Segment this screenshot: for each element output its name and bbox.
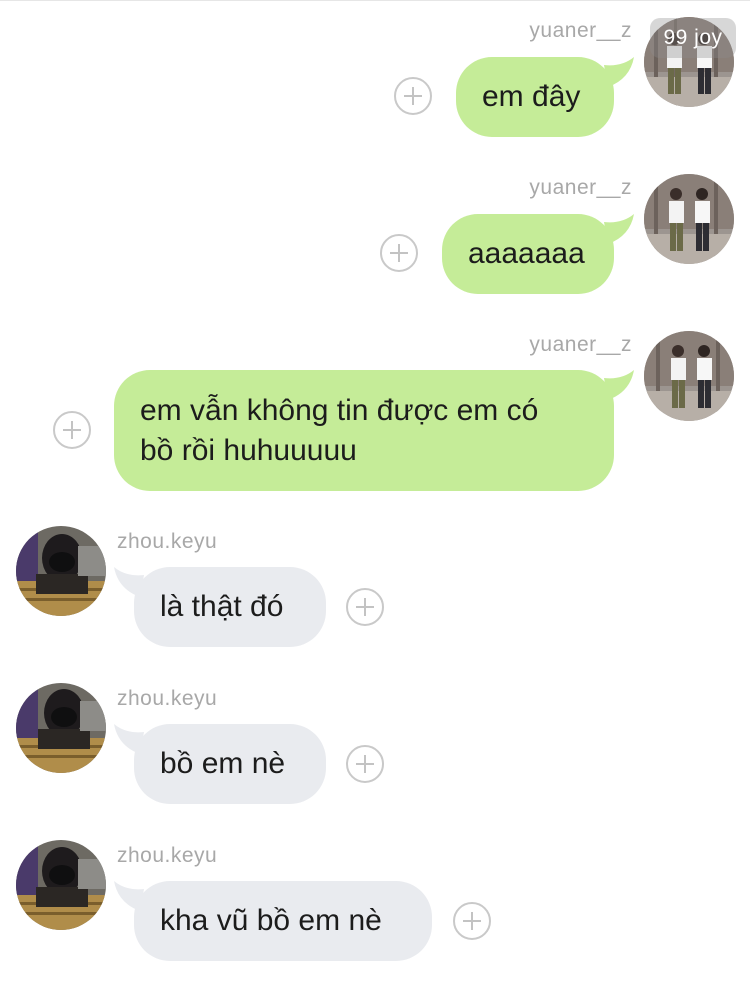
message-bubble[interactable]: là thật đó — [114, 567, 326, 647]
bubble-tail — [604, 214, 634, 244]
message-bubble[interactable]: bồ em nè — [114, 724, 326, 804]
add-reaction-button[interactable] — [346, 588, 384, 626]
watermark-badge: 99 joy — [650, 18, 736, 58]
dancing-boys-avatar[interactable] — [644, 174, 734, 264]
masked-selfie-avatar[interactable] — [16, 840, 106, 930]
message-bubble[interactable]: em đây — [456, 57, 634, 137]
message-text: em vẫn không tin được em có bồ rồi huhuu… — [140, 393, 539, 467]
bubble-tail — [604, 57, 634, 87]
masked-selfie-avatar[interactable] — [16, 526, 106, 616]
message-bubble[interactable]: em vẫn không tin được em có bồ rồi huhuu… — [114, 370, 634, 491]
message-text: là thật đó — [160, 590, 284, 623]
message-text: kha vũ bồ em nè — [160, 904, 382, 937]
add-reaction-button[interactable] — [380, 234, 418, 272]
masked-selfie-avatar[interactable] — [16, 683, 106, 773]
bubble-tail — [114, 724, 144, 754]
add-reaction-button[interactable] — [53, 411, 91, 449]
message-text: bồ em nè — [160, 747, 286, 780]
add-reaction-button[interactable] — [394, 77, 432, 115]
add-reaction-button[interactable] — [453, 902, 491, 940]
sender-name: yuaner__z — [529, 333, 632, 356]
message-bubble[interactable]: aaaaaaa — [442, 214, 634, 294]
bubble-tail — [604, 370, 634, 400]
sender-name: zhou.keyu — [117, 844, 218, 867]
bubble-tail — [114, 881, 144, 911]
add-reaction-button[interactable] — [346, 745, 384, 783]
sender-name: yuaner__z — [529, 19, 632, 42]
bubble-tail — [114, 567, 144, 597]
sender-name: zhou.keyu — [117, 530, 218, 553]
sender-name: yuaner__z — [529, 176, 632, 199]
sender-name: zhou.keyu — [117, 687, 218, 710]
message-text: aaaaaaa — [468, 237, 585, 270]
message-text: em đây — [482, 80, 581, 113]
top-divider — [0, 0, 750, 1]
dancing-boys-avatar[interactable] — [644, 331, 734, 421]
message-bubble[interactable]: kha vũ bồ em nè — [114, 881, 432, 961]
